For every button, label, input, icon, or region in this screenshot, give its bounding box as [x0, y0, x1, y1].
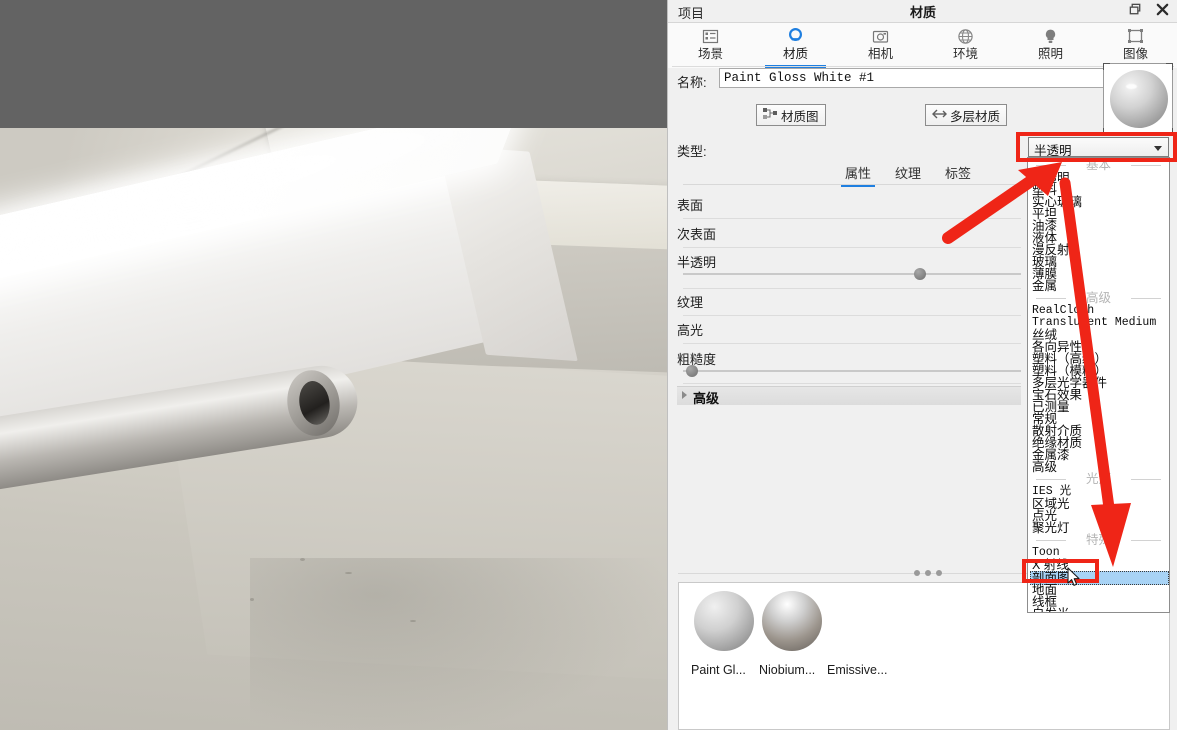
dropdown-group-header: 特殊 [1030, 534, 1167, 546]
advanced-section-header[interactable]: 高级 [677, 386, 1021, 406]
material-sphere-icon [786, 26, 805, 46]
light-bulb-icon [1042, 26, 1059, 46]
close-icon[interactable] [1155, 2, 1170, 17]
scene-list-icon [702, 26, 719, 46]
mouse-cursor [1067, 567, 1080, 586]
slider-knob[interactable] [686, 365, 698, 377]
tab-label: 相机 [867, 47, 893, 61]
slider-track [683, 273, 1021, 275]
material-graph-button-label: 材质图 [781, 109, 819, 124]
name-label: 名称: [677, 75, 707, 90]
material-graph-button[interactable]: 材质图 [756, 104, 826, 126]
floor-shadow [250, 558, 667, 730]
property-label-texture[interactable]: 纹理 [677, 292, 703, 311]
speck [410, 620, 416, 622]
property-divider [683, 343, 1021, 344]
annotation-box-section-view-item [1022, 559, 1099, 583]
tab-label: 材质 [782, 47, 808, 61]
type-label: 类型: [677, 144, 707, 159]
material-name-input[interactable] [719, 68, 1111, 88]
preview-specular-highlight [1126, 84, 1137, 89]
slider-track [683, 370, 1021, 372]
node-graph-icon [763, 107, 778, 124]
rendered-image [0, 128, 667, 730]
panel-title: 材质 [909, 5, 936, 20]
property-label-specular[interactable]: 高光 [677, 320, 703, 339]
dropdown-group-header: 光源 [1030, 473, 1167, 485]
roughness-slider[interactable] [683, 364, 1021, 378]
property-label-surface[interactable]: 表面 [677, 195, 703, 214]
library-item-label: Paint Gl... [691, 663, 746, 677]
panel-title-bar: 项目 材质 [668, 0, 1177, 23]
tab-label: 照明 [1037, 47, 1063, 61]
chevron-right-icon [682, 391, 687, 399]
multi-layer-material-button-label: 多层材质 [950, 109, 1001, 124]
advanced-section-label: 高级 [693, 391, 720, 406]
corner-mark [1103, 63, 1110, 70]
dropdown-item[interactable]: 自发光 [1030, 608, 1169, 612]
camera-icon [872, 26, 889, 46]
property-divider [683, 315, 1021, 316]
restore-window-icon[interactable] [1128, 2, 1143, 17]
library-item-swatch [694, 591, 754, 651]
library-item-swatch [830, 591, 890, 651]
subtab-label: 属性 [845, 166, 872, 181]
speck [300, 558, 305, 561]
library-item[interactable]: Niobium... [759, 591, 825, 677]
library-item-swatch [762, 591, 822, 651]
property-label-subsurface[interactable]: 次表面 [677, 224, 716, 243]
preview-sphere [1110, 70, 1168, 128]
layers-merge-icon [932, 107, 947, 124]
tab-environment[interactable]: 环境 [923, 23, 1008, 68]
tab-scene[interactable]: 场景 [668, 23, 753, 68]
library-item-label: Emissive... [827, 663, 888, 677]
multi-layer-material-button[interactable]: 多层材质 [925, 104, 1008, 126]
drag-handle-dots-icon [914, 570, 942, 576]
tab-image[interactable]: 图像 [1093, 23, 1177, 68]
library-item-label: Niobium... [759, 663, 816, 677]
material-preview-swatch[interactable] [1103, 63, 1173, 135]
material-name-row: 名称: [667, 68, 1177, 92]
property-divider [683, 383, 1021, 384]
tab-camera[interactable]: 相机 [838, 23, 923, 68]
dropdown-group-header: 高级 [1030, 292, 1167, 304]
speck [345, 572, 352, 574]
annotation-box-type-field [1016, 132, 1177, 162]
subtab-label: 标签 [945, 166, 972, 181]
image-frame-icon [1127, 26, 1144, 46]
property-divider [683, 218, 1021, 219]
tab-label: 场景 [697, 47, 723, 61]
material-type-dropdown-list[interactable]: 基本 半透明 塑料 实心玻璃 平坦 油漆 液体 漫反射 玻璃 薄膜 金属 高级 RealCloth Tra… [1027, 157, 1170, 613]
library-item[interactable]: Emissive... [827, 591, 893, 677]
tab-label: 环境 [952, 47, 978, 61]
tab-lighting[interactable]: 照明 [1008, 23, 1093, 68]
corner-mark [1166, 63, 1173, 70]
globe-icon [957, 26, 974, 46]
panel-tab-bar: 场景 材质 相机 环境 照明 图像 [668, 23, 1177, 68]
translucency-slider[interactable] [683, 267, 1021, 281]
speck [250, 598, 254, 601]
tab-material[interactable]: 材质 [753, 23, 838, 68]
tab-label: 图像 [1122, 47, 1148, 61]
subtab-divider [683, 184, 1021, 185]
render-viewport[interactable] [0, 0, 667, 730]
library-item[interactable]: Paint Gl... [691, 591, 757, 677]
property-divider [683, 288, 1021, 289]
property-divider [683, 247, 1021, 248]
slider-knob[interactable] [914, 268, 926, 280]
subtab-label: 纹理 [895, 166, 922, 181]
